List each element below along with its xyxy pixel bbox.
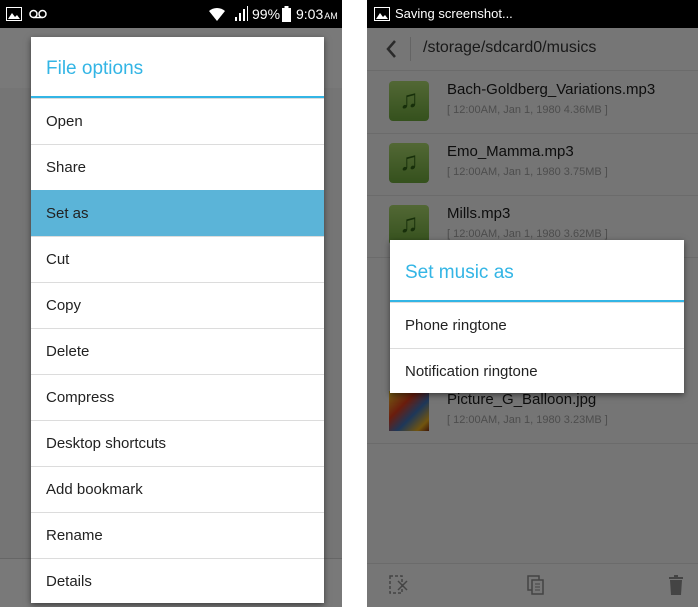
menu-item-rename[interactable]: Rename (31, 512, 324, 558)
wifi-icon (209, 7, 225, 21)
menu-item-add-bookmark[interactable]: Add bookmark (31, 466, 324, 512)
battery-icon (282, 6, 291, 22)
screenshot-icon (6, 7, 22, 21)
menu-item-share[interactable]: Share (31, 144, 324, 190)
screenshot-icon (374, 7, 390, 21)
left-phone-screen: 99% 9:03AM File options Open Share Set as C… (0, 0, 342, 607)
signal-icon (235, 6, 248, 21)
menu-item-details[interactable]: Details (31, 558, 324, 604)
menu-item-desktop-shortcuts[interactable]: Desktop shortcuts (31, 420, 324, 466)
battery-percent: 99% (252, 6, 281, 22)
dialog-title: File options (46, 58, 144, 79)
menu-item-compress[interactable]: Compress (31, 374, 324, 420)
file-options-dialog: File options Open Share Set as Cut Copy Delet… (31, 37, 324, 603)
clock: 9:03AM (296, 6, 338, 22)
menu-item-cut[interactable]: Cut (31, 236, 324, 282)
menu-item-delete[interactable]: Delete (31, 328, 324, 374)
status-bar: 99% 9:03AM (0, 0, 342, 28)
status-notification: Saving screenshot... (395, 6, 513, 21)
menu-item-copy[interactable]: Copy (31, 282, 324, 328)
dialog-title: Set music as (405, 262, 514, 283)
set-music-as-dialog: Set music as Phone ringtone Notification … (390, 240, 684, 393)
status-bar: Saving screenshot... (367, 0, 698, 28)
menu-item-notification-ringtone[interactable]: Notification ringtone (390, 348, 684, 394)
voicemail-icon (29, 9, 47, 19)
menu-item-open[interactable]: Open (31, 98, 324, 144)
right-phone-screen: Saving screenshot... /storage/sdcard0/mu… (367, 0, 698, 607)
menu-item-phone-ringtone[interactable]: Phone ringtone (390, 302, 684, 348)
menu-item-set-as[interactable]: Set as (31, 190, 324, 236)
